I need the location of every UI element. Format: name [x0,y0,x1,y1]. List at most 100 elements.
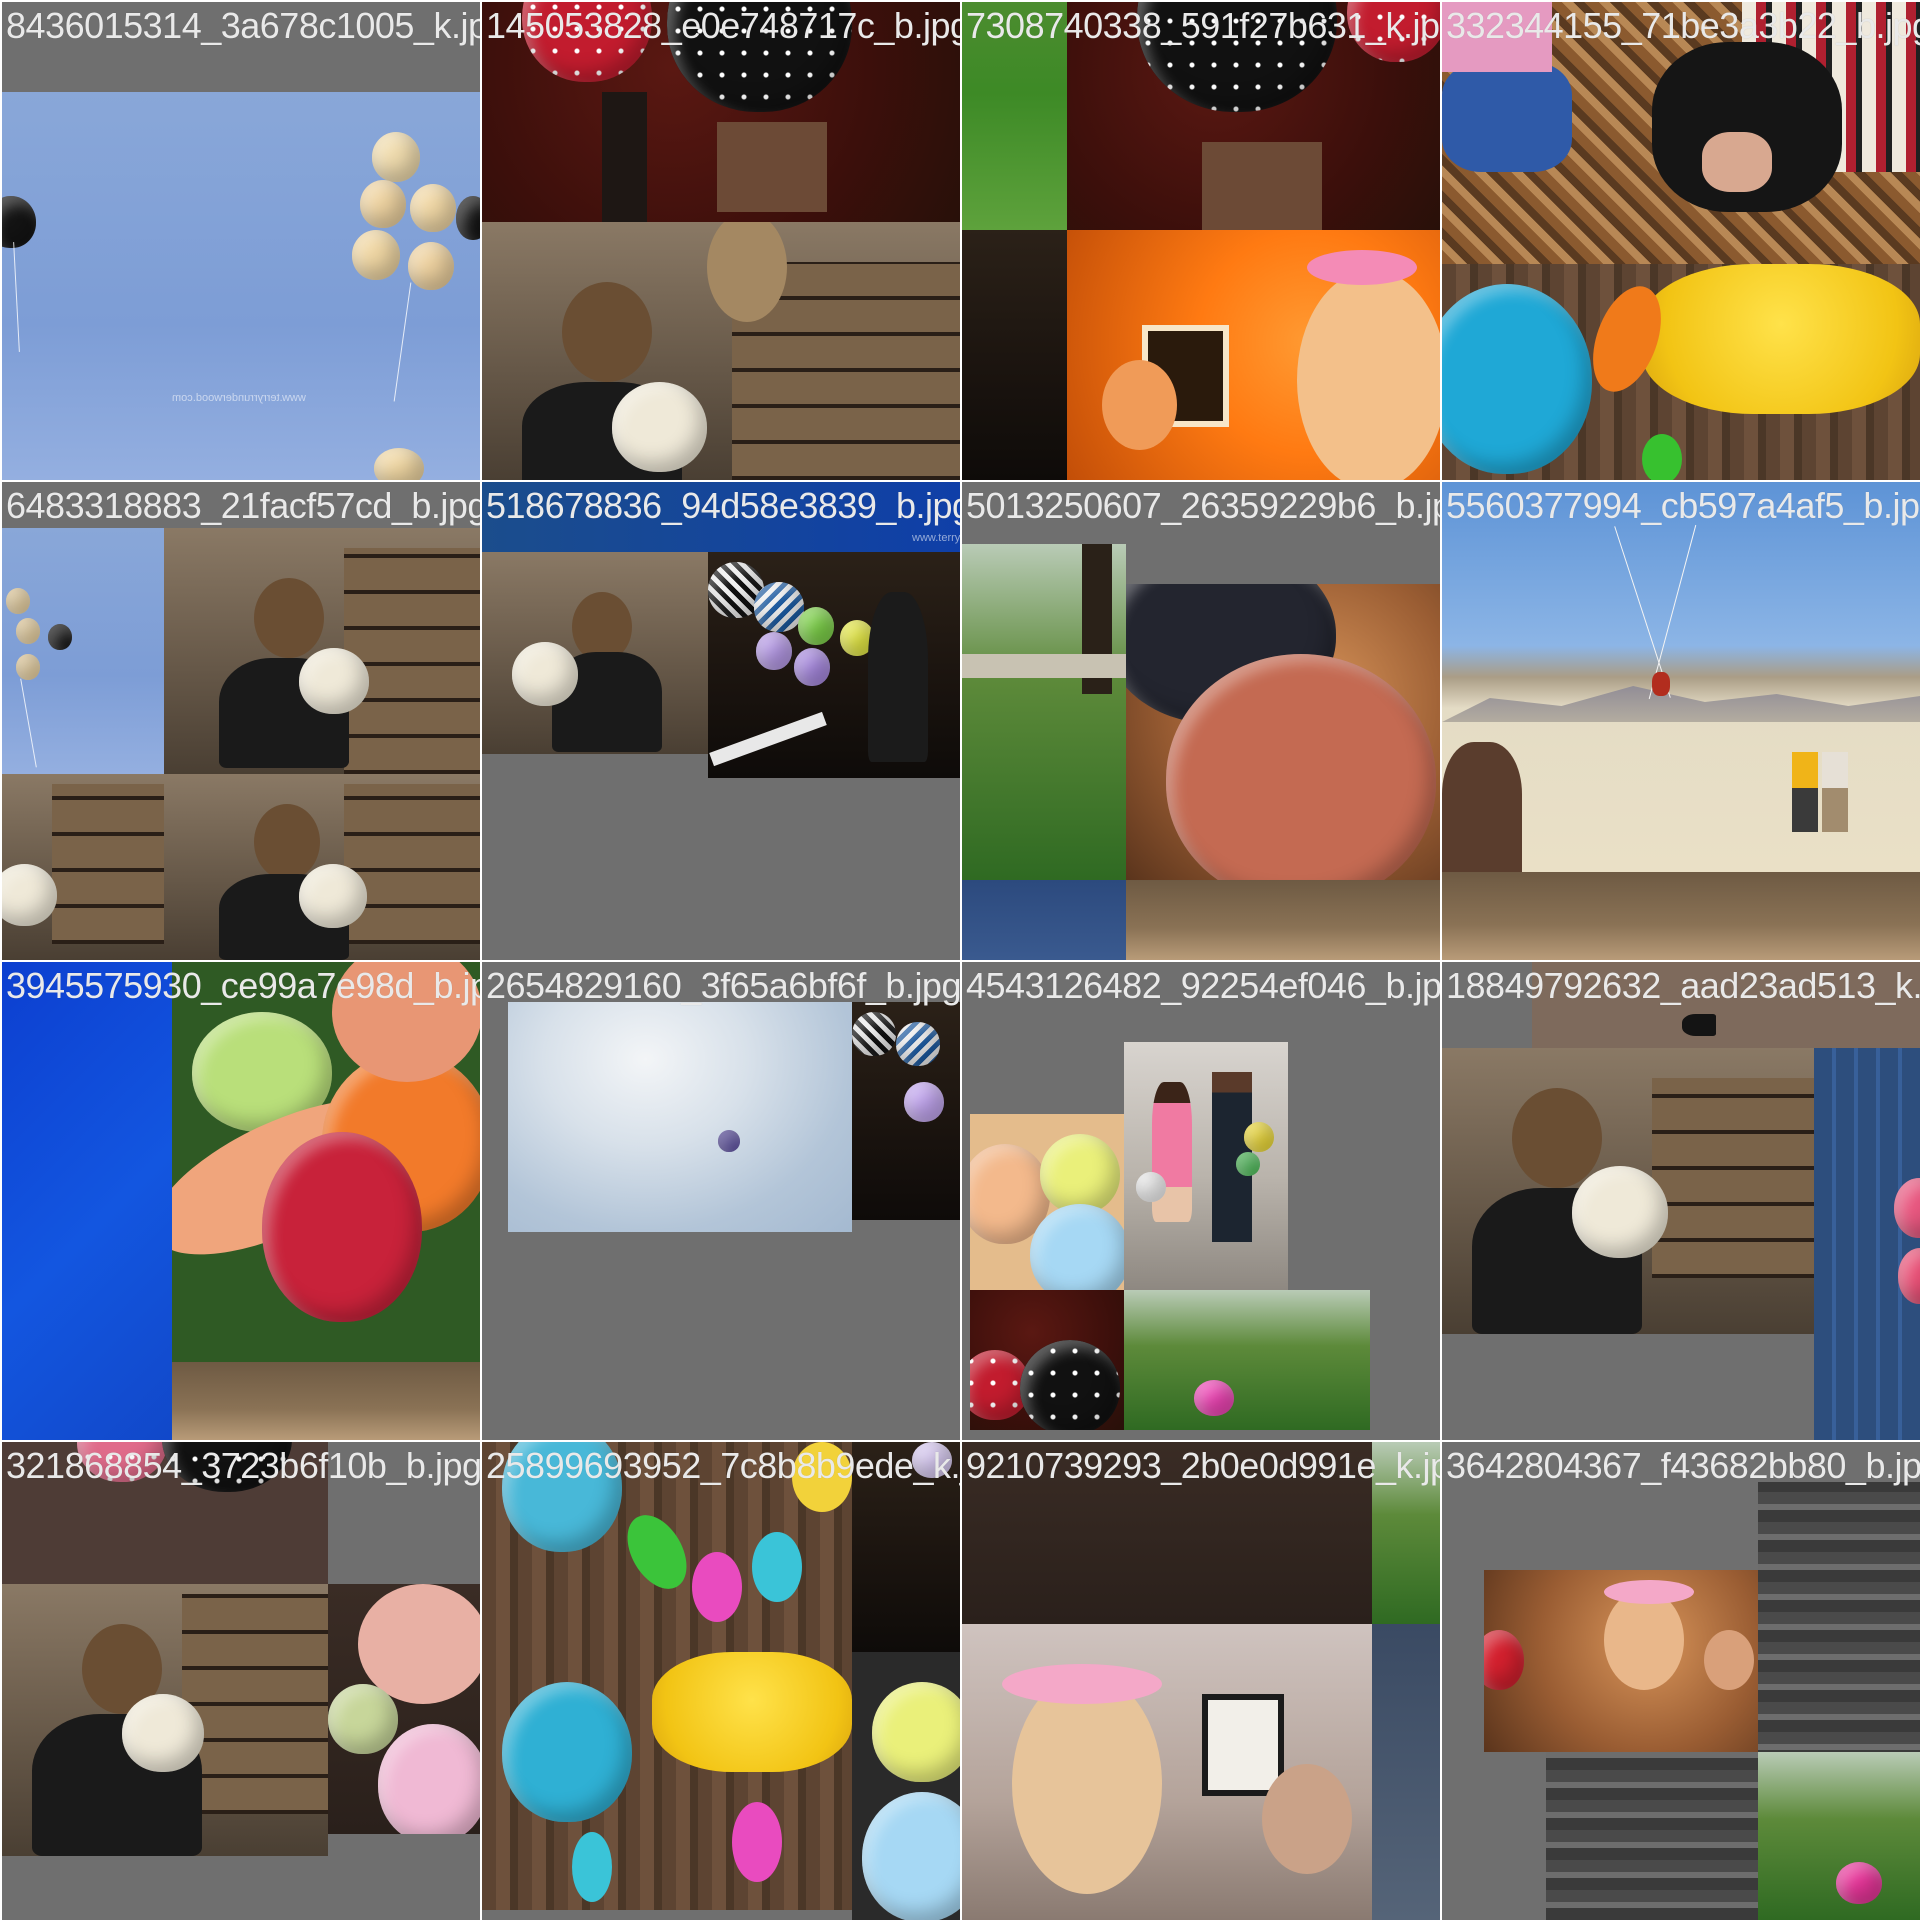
photo-closeup-balloons [1126,584,1440,880]
pink-party-hat [1002,1664,1162,1704]
mosaic-cell[interactable]: 7308740338_591f27b631_k.jpg [962,2,1440,480]
image-filename-caption: 25899693952_7c8b8b9ede_k.jpg [486,1445,960,1486]
red-balloon [1484,1630,1524,1690]
mosaic-cell[interactable]: 5560377994_cb597a4af5_b.jpg [1442,482,1920,960]
brick-pedestal [1202,142,1322,230]
image-filename-caption: 4543126482_92254ef046_b.jpg [966,965,1440,1006]
image-filename-caption: 6483318883_21facf57cd_b.jpg [6,485,480,526]
white-balloon [299,864,367,928]
black-star-balloon [1020,1340,1120,1430]
photo-blue-backdrop [2,962,172,1440]
pedestal-pillar [602,92,647,222]
image-filename-caption: 321868854_3723b6f10b_b.jpg [6,1445,480,1486]
photo-boy-blowing-balloon [1442,1048,1814,1334]
cream-balloon [408,242,454,290]
cream-balloon [6,588,30,614]
path [962,654,1126,678]
image-filename-caption: 145053828_e0e748717c_b.jpg [486,5,960,46]
crosswalk-stripe [709,711,827,767]
yellow-balloon [1040,1134,1120,1214]
mountain-range [1442,686,1920,722]
cyan-feather [572,1832,612,1902]
china-cabinet [344,548,480,774]
white-balloon [2,864,57,926]
photo-bw-bridge [1546,1752,1758,1920]
photo-boy-blowing-balloon [164,528,480,774]
photo-hugging-balloons [328,1584,480,1834]
mosaic-cell[interactable]: 25899693952_7c8b8b9ede_k.jpg [482,1442,960,1920]
cyan-feather [752,1532,802,1602]
mosaic-cell[interactable]: 332344155_71be3a3b22_b.jpg [1442,2,1920,480]
woman-pink-coat [1152,1082,1192,1222]
cream-balloon [372,132,420,182]
green-balloon [1236,1152,1260,1176]
photo-blue-door [1814,1048,1920,1440]
image-filename-caption: 7308740338_591f27b631_k.jpg [966,5,1440,46]
photo-blurred-party [1126,880,1440,960]
black-balloon [2,196,36,248]
photo-woman-with-balloons-night [708,552,960,778]
mosaic-cell[interactable]: 321868854_3723b6f10b_b.jpg [2,1442,480,1920]
child-dress [1442,62,1572,172]
watermark-text: www.terryrrunderwood.com [172,392,306,404]
photo-park-path [962,544,1126,880]
image-filename-caption: 332344155_71be3a3b22_b.jpg [1446,5,1920,46]
mosaic-cell[interactable]: 9210739293_2b0e0d991e_k.jpg [962,1442,1440,1920]
photo-balloon-feathers [1442,264,1920,480]
mosaic-cell[interactable]: 4543126482_92254ef046_b.jpg [962,962,1440,1440]
white-balloon [612,382,707,472]
yellow-feather-boa [1642,264,1920,414]
magenta-feather [732,1802,782,1882]
purple-balloon [756,632,792,670]
teal-balloon [1442,284,1592,474]
image-filename-caption: 9210739293_2b0e0d991e_k.jpg [966,1445,1440,1486]
pink-balloon [1836,1862,1882,1904]
mosaic-cell[interactable]: 8436015314_3a678c1005_k.jpg www.terryrru… [2,2,480,480]
yellow-balloon [1244,1122,1274,1152]
purple-balloon [904,1082,944,1122]
mosaic-cell[interactable]: 18849792632_aad23ad513_k.jpg [1442,962,1920,1440]
blonde-woman-head [1012,1674,1162,1894]
mosaic-cell[interactable]: 518678836_94d58e3839_b.jpg www.terryrr [482,482,960,960]
photo-boy-blowing-balloon [164,774,480,960]
picture-frame [1202,1694,1284,1796]
light-blue-balloon [862,1792,960,1920]
white-balloon [1136,1172,1166,1202]
photo-balloon-feathers [482,1652,852,1910]
mosaic-cell[interactable]: 3945575930_ce99a7e98d_b.jpg [2,962,480,1440]
photo-bw-bridge [1758,1482,1920,1792]
image-mosaic-grid: 8436015314_3a678c1005_k.jpg www.terryrru… [0,0,1920,1920]
mosaic-cell[interactable]: 5013250607_26359229b6_b.jpg [962,482,1440,960]
mosaic-cell[interactable]: 145053828_e0e748717c_b.jpg [482,2,960,480]
zebra-foil-balloon [896,1022,940,1066]
white-balloon [1572,1166,1668,1258]
man-face [1102,360,1177,450]
mosaic-cell[interactable]: 3642804367_f43682bb80_b.jpg [1442,1442,1920,1920]
red-balloon [262,1132,422,1322]
china-cabinet [344,784,480,944]
photo-star-balloons [970,1290,1124,1430]
cream-balloon [16,618,40,644]
zebra-foil-balloon [852,1012,896,1056]
white-balloon [122,1694,204,1772]
spectator-back [1442,742,1522,872]
photo-boy-blowing-balloon [482,552,708,754]
cream-balloon [374,448,424,480]
mosaic-cell[interactable]: 2654829160_3f65a6bf6f_b.jpg [482,962,960,1440]
teal-balloon [502,1682,632,1822]
china-cabinet [182,1594,328,1814]
green-balloon [798,607,834,645]
mosaic-cell[interactable]: 6483318883_21facf57cd_b.jpg [2,482,480,960]
image-filename-caption: 18849792632_aad23ad513_k.jpg [1446,965,1920,1006]
image-filename-caption: 518678836_94d58e3839_b.jpg [486,485,960,526]
photo-colored-balloons [970,1114,1124,1290]
purple-balloon [718,1130,740,1152]
balloon-string [393,282,412,402]
salmon-balloon [1166,654,1436,880]
photo-woman-with-balloons-night [852,1002,960,1220]
purple-balloon [794,648,830,686]
green-balloon [328,1684,398,1754]
black-heel [1682,1014,1716,1036]
white-balloon [512,642,578,706]
photo-night-street [962,230,1067,480]
